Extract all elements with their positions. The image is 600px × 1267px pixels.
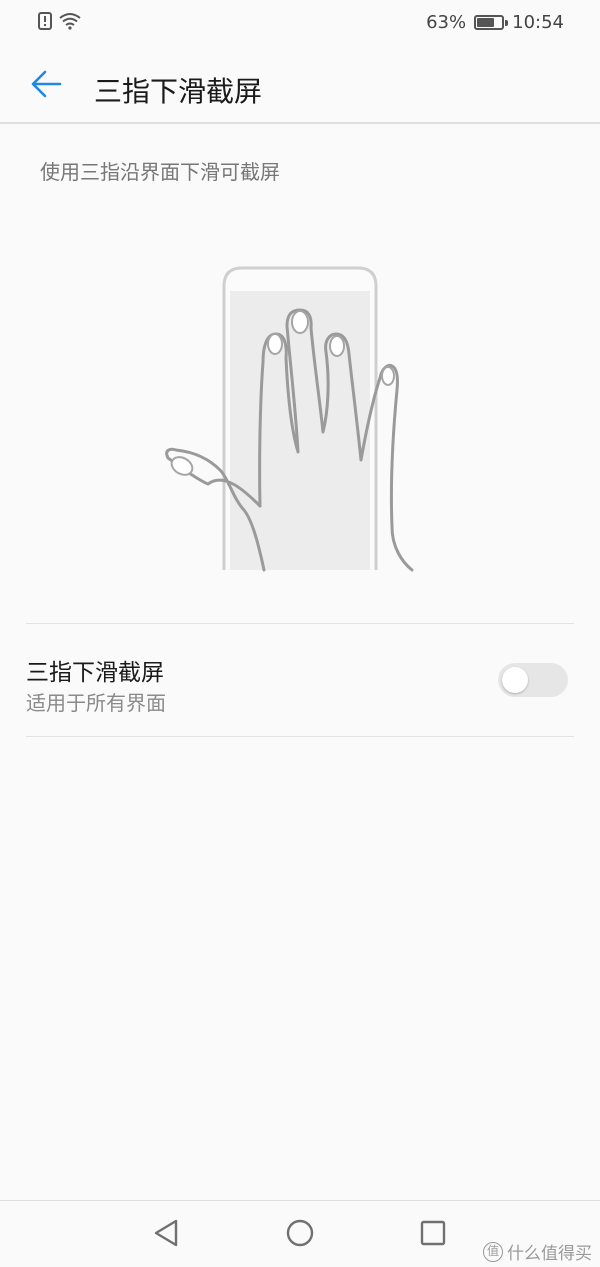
status-right: 63% 10:54 bbox=[426, 12, 564, 33]
page-title: 三指下滑截屏 bbox=[94, 75, 263, 108]
battery-icon bbox=[474, 15, 509, 30]
navigation-bar: 值 什么值得买 bbox=[0, 1200, 600, 1267]
divider-top bbox=[26, 623, 574, 624]
nav-back-button[interactable] bbox=[146, 1215, 186, 1255]
screen: 63% 10:54 三指下滑截屏 使用三指沿界面下滑可截屏 三指下滑截屏 适用于… bbox=[0, 0, 600, 1267]
status-left bbox=[38, 12, 82, 34]
wifi-icon bbox=[58, 12, 82, 34]
three-finger-screenshot-setting[interactable]: 三指下滑截屏 适用于所有界面 bbox=[0, 625, 600, 735]
app-bar: 三指下滑截屏 bbox=[0, 48, 600, 124]
setting-subtitle: 适用于所有界面 bbox=[26, 691, 166, 715]
back-triangle-icon bbox=[152, 1218, 180, 1252]
hand-three-finger-swipe-illustration bbox=[160, 262, 440, 572]
clock: 10:54 bbox=[512, 12, 564, 33]
nav-recents-button[interactable] bbox=[413, 1215, 453, 1255]
setting-title: 三指下滑截屏 bbox=[26, 660, 164, 686]
status-bar: 63% 10:54 bbox=[0, 0, 600, 48]
watermark-text: 什么值得买 bbox=[507, 1244, 592, 1264]
recents-square-icon bbox=[419, 1219, 447, 1251]
divider-bottom bbox=[26, 736, 574, 737]
three-finger-screenshot-toggle[interactable] bbox=[498, 663, 568, 697]
battery-level-fill bbox=[477, 18, 494, 27]
nav-home-button[interactable] bbox=[280, 1215, 320, 1255]
home-circle-icon bbox=[285, 1218, 315, 1252]
battery-percent: 63% bbox=[426, 12, 467, 33]
watermark: 值 什么值得买 bbox=[483, 1239, 592, 1264]
alert-icon bbox=[38, 12, 52, 34]
description-text: 使用三指沿界面下滑可截屏 bbox=[40, 160, 280, 184]
watermark-badge: 值 bbox=[483, 1241, 503, 1262]
toggle-knob bbox=[502, 667, 528, 693]
arrow-left-icon bbox=[29, 67, 63, 105]
back-button[interactable] bbox=[22, 62, 70, 110]
